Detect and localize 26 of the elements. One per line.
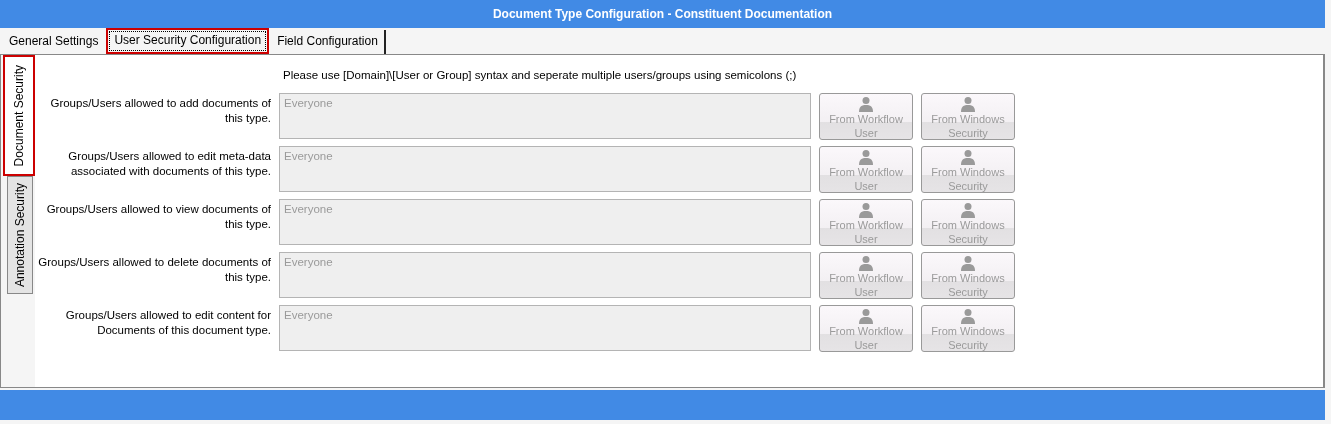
field-label: Groups/Users allowed to delete documents of this type. — [37, 255, 271, 285]
field-label: Groups/Users allowed to add documents of this type. — [49, 96, 271, 126]
tab[interactable]: User Security Configuration — [106, 28, 270, 54]
side-tab[interactable]: Document Security — [3, 55, 35, 177]
person-icon — [960, 255, 976, 271]
person-icon — [858, 96, 874, 112]
person-icon — [858, 308, 874, 324]
field-label: Groups/Users allowed to view documents of this type. — [45, 202, 271, 232]
input-field[interactable]: Everyone — [279, 252, 811, 298]
side-tab[interactable]: Annotation Security — [7, 176, 33, 295]
person-icon — [960, 96, 976, 112]
person-icon — [960, 202, 976, 218]
window-title: Document Type Configuration - Constituent Documentation — [492, 7, 833, 21]
input-field[interactable]: Everyone — [279, 305, 811, 351]
person-icon — [858, 255, 874, 271]
instruction-text: Please use [Domain]\[User or Group] syntax and seperate multiple users/groups using semicolons (;) — [283, 69, 798, 81]
tab[interactable]: General Settings — [3, 30, 105, 54]
person-icon — [960, 149, 976, 165]
field-label: Groups/Users allowed to edit meta-data associated with documents of this type. — [67, 149, 271, 179]
field-label: Groups/Users allowed to edit content for Documents of this document type. — [64, 308, 271, 338]
input-field[interactable]: Everyone — [279, 93, 811, 139]
input-field[interactable]: Everyone — [279, 146, 811, 192]
input-field[interactable]: Everyone — [279, 199, 811, 245]
person-icon — [960, 308, 976, 324]
person-icon — [858, 202, 874, 218]
person-icon — [858, 149, 874, 165]
